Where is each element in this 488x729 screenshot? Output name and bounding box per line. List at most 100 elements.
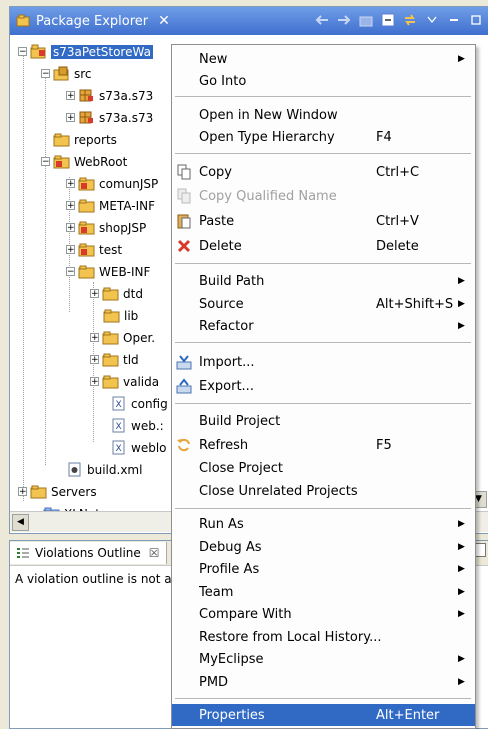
collapse-all-icon[interactable] (380, 12, 396, 28)
minimize-icon[interactable] (446, 12, 462, 28)
submenu-arrow-icon: ▶ (458, 321, 465, 331)
tree-item-folder[interactable]: lib (103, 305, 138, 326)
menu-item-pmd[interactable]: PMD ▶ (172, 671, 475, 693)
menu-item-refactor[interactable]: Refactor ▶ (172, 315, 475, 337)
tree-item-folder[interactable]: + Oper. (90, 327, 155, 348)
menu-item-copy[interactable]: Copy Ctrl+C (172, 161, 475, 183)
forward-arrow-icon[interactable] (336, 12, 352, 28)
tree-item-src[interactable]: − src (41, 63, 92, 84)
tree-item-package[interactable]: + s73a.s73 (66, 107, 153, 128)
menu-item-close-project[interactable]: Close Project (172, 457, 475, 479)
tree-item-file[interactable]: X web.: (110, 415, 164, 436)
menu-item-restore-local-history[interactable]: Restore from Local History... (172, 626, 475, 648)
violations-outline-title: Violations Outline (35, 546, 141, 560)
tree-item-folder[interactable]: + comunJSP (66, 173, 158, 194)
menu-item-refresh[interactable]: Refresh F5 (172, 434, 475, 456)
menu-item-shortcut: Delete (376, 238, 419, 254)
menu-separator (175, 508, 471, 509)
menu-item-delete[interactable]: Delete Delete (172, 235, 475, 257)
back-arrow-icon[interactable] (314, 12, 330, 28)
view-menu-icon[interactable] (424, 12, 440, 28)
menu-item-shortcut: Alt+Enter (376, 707, 440, 723)
menu-item-shortcut: F4 (376, 129, 392, 145)
view-toolbar (314, 12, 484, 28)
tree-item-reports[interactable]: reports (53, 129, 117, 150)
tree-item-folder[interactable]: + tld (90, 349, 139, 370)
tree-item-folder[interactable]: + valida (90, 371, 159, 392)
web-folder-icon (53, 155, 70, 169)
menu-separator (175, 403, 471, 404)
menu-item-team[interactable]: Team ▶ (172, 581, 475, 603)
menu-item-source[interactable]: Source Alt+Shift+S ▶ (172, 293, 475, 315)
tree-item-file[interactable]: X config (110, 393, 168, 414)
maximize-icon[interactable] (468, 12, 484, 28)
menu-item-label: Delete (199, 238, 242, 254)
delete-icon (177, 239, 191, 253)
menu-item-open-type-hierarchy[interactable]: Open Type Hierarchy F4 (172, 126, 475, 148)
tree-item-package[interactable]: + s73a.s73 (66, 85, 153, 106)
folder-icon (102, 287, 119, 301)
tree-label: Oper. (123, 330, 156, 345)
expand-toggle-icon[interactable]: + (90, 333, 99, 343)
expand-toggle-icon[interactable]: + (66, 201, 75, 211)
tree-item-folder[interactable]: + META-INF (66, 195, 155, 216)
tree-item-project[interactable]: − s73aPetStoreWa (18, 41, 153, 62)
menu-item-export[interactable]: Export... (172, 375, 475, 397)
up-folder-icon[interactable] (358, 12, 374, 28)
copy-icon (177, 164, 191, 180)
menu-item-label: Debug As (199, 539, 262, 555)
tree-item-folder[interactable]: + shopJSP (66, 217, 146, 238)
tree-item-folder[interactable]: + dtd (90, 283, 143, 304)
expand-toggle-icon[interactable]: + (18, 487, 27, 497)
menu-item-build-path[interactable]: Build Path ▶ (172, 270, 475, 292)
tree-label: dtd (123, 286, 143, 301)
menu-item-myeclipse[interactable]: MyEclipse ▶ (172, 648, 475, 670)
expand-toggle-icon[interactable]: + (90, 355, 99, 365)
expand-toggle-icon[interactable]: + (66, 245, 75, 255)
link-editor-icon[interactable] (402, 12, 418, 28)
menu-item-label: Properties (199, 707, 265, 723)
submenu-arrow-icon: ▶ (458, 654, 465, 664)
tree-item-folder[interactable]: + test (66, 239, 122, 260)
tree-item-webinf[interactable]: − WEB-INF (66, 261, 150, 282)
expand-toggle-icon[interactable]: + (66, 179, 75, 189)
menu-item-build-project[interactable]: Build Project (172, 410, 475, 432)
close-icon[interactable]: ✕ (158, 13, 170, 29)
expand-toggle-icon[interactable]: + (66, 91, 75, 101)
tree-label: build.xml (87, 462, 143, 477)
expand-toggle-icon[interactable]: + (90, 377, 99, 387)
menu-item-run-as[interactable]: Run As ▶ (172, 513, 475, 535)
expand-toggle-icon[interactable]: + (90, 289, 99, 299)
menu-item-import[interactable]: Import... (172, 351, 475, 373)
package-explorer-tab[interactable]: Package Explorer ✕ (12, 9, 180, 33)
menu-item-profile-as[interactable]: Profile As ▶ (172, 558, 475, 580)
submenu-arrow-icon: ▶ (458, 54, 465, 64)
tree-item-webroot[interactable]: − WebRoot (41, 151, 127, 172)
tree-item-servers[interactable]: + Servers (18, 481, 97, 502)
tree-item-buildxml[interactable]: build.xml (66, 459, 142, 480)
refresh-icon (177, 438, 190, 452)
menu-item-go-into[interactable]: Go Into (172, 70, 475, 92)
submenu-arrow-icon: ▶ (458, 564, 465, 574)
menu-item-close-unrelated-projects[interactable]: Close Unrelated Projects (172, 480, 475, 502)
collapse-toggle-icon[interactable]: − (41, 157, 50, 167)
menu-item-properties[interactable]: Properties Alt+Enter (172, 704, 475, 726)
collapse-toggle-icon[interactable]: − (18, 47, 27, 57)
menu-item-new[interactable]: New ▶ (172, 48, 475, 70)
menu-item-compare-with[interactable]: Compare With ▶ (172, 603, 475, 625)
expand-toggle-icon[interactable]: + (66, 113, 75, 123)
svg-text:X: X (116, 400, 122, 410)
submenu-arrow-icon: ▶ (458, 587, 465, 597)
menu-item-shortcut: Ctrl+V (376, 213, 419, 229)
tree-item-file[interactable]: X weblo (110, 437, 167, 458)
menu-item-paste[interactable]: Paste Ctrl+V (172, 210, 475, 232)
collapse-toggle-icon[interactable]: − (41, 69, 50, 79)
scroll-left-button[interactable]: ◀ (12, 514, 29, 531)
menu-item-open-new-window[interactable]: Open in New Window (172, 104, 475, 126)
violations-outline-tab[interactable]: Violations Outline ☒ (10, 542, 167, 564)
collapse-toggle-icon[interactable]: − (66, 267, 75, 277)
menu-item-label: Close Unrelated Projects (199, 483, 358, 499)
menu-item-debug-as[interactable]: Debug As ▶ (172, 536, 475, 558)
close-icon[interactable]: ☒ (149, 546, 160, 560)
expand-toggle-icon[interactable]: + (66, 223, 75, 233)
